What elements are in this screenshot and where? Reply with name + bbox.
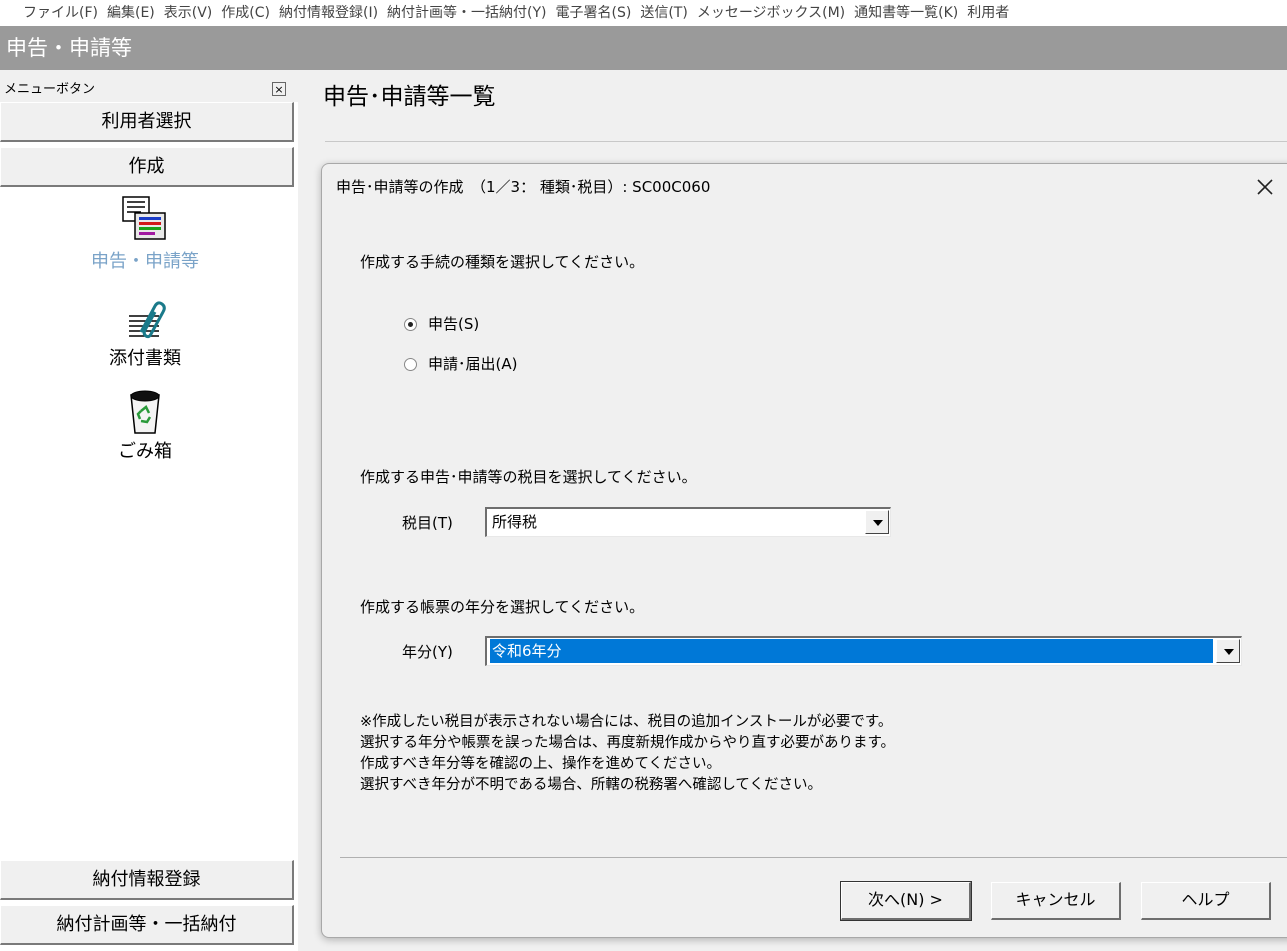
sidebar-item-label: 申告・申請等: [91, 251, 199, 272]
menu-bar: ファイル(F) 編集(E) 表示(V) 作成(C) 納付情報登録(I) 納付計画等・一括納…: [0, 0, 1287, 26]
dialog-divider: [340, 857, 1287, 858]
radio-filing-control[interactable]: [404, 318, 417, 331]
payment-plan-button[interactable]: 納付計画等・一括納付: [0, 905, 294, 945]
menu-payment-info[interactable]: 納付情報登録(I): [279, 0, 387, 26]
help-button[interactable]: ヘルプ: [1141, 882, 1271, 920]
menu-notices[interactable]: 通知書等一覧(K): [854, 0, 967, 26]
tax-item-label: 税目(T): [402, 514, 453, 532]
notice-line: 選択する年分や帳票を誤った場合は、再度新規作成からやり直す必要があります。: [360, 735, 896, 751]
menu-view[interactable]: 表示(V): [164, 0, 222, 26]
window-title: 申告・申請等: [0, 26, 1287, 70]
attachment-paperclip-icon: [129, 301, 166, 339]
radio-application-control[interactable]: [404, 358, 417, 371]
user-select-button[interactable]: 利用者選択: [0, 102, 294, 142]
sidebar-item-attachments[interactable]: 添付書類: [0, 298, 290, 370]
sidebar-item-label: ごみ箱: [118, 441, 172, 462]
year-prompt: 作成する帳票の年分を選択してください。: [360, 598, 645, 616]
sidebar-item-label: 添付書類: [109, 348, 181, 369]
menu-create[interactable]: 作成(C): [221, 0, 279, 26]
procedure-type-prompt: 作成する手続の種類を選択してください。: [360, 253, 645, 271]
sidebar-header-label: メニューボタン: [4, 82, 96, 97]
form-document-icon: [122, 196, 166, 240]
create-button[interactable]: 作成: [0, 147, 294, 187]
menu-payment-plan[interactable]: 納付計画等・一括納付(Y): [387, 0, 555, 26]
radio-filing-label[interactable]: 申告(S): [428, 313, 479, 335]
menu-signature[interactable]: 電子署名(S): [556, 0, 641, 26]
next-button[interactable]: 次へ(N) >: [840, 881, 972, 921]
tax-item-value: 所得税: [492, 513, 538, 531]
notice-line: 作成すべき年分等を確認の上、操作を進めてください。: [360, 756, 722, 772]
radio-application-label[interactable]: 申請･届出(A): [428, 353, 517, 375]
page-title: 申告･申請等一覧: [323, 84, 496, 110]
tax-item-prompt: 作成する申告･申請等の税目を選択してください。: [360, 468, 697, 486]
menu-file[interactable]: ファイル(F): [23, 0, 107, 26]
year-select[interactable]: 令和6年分: [485, 636, 1242, 666]
menu-user[interactable]: 利用者: [967, 0, 1018, 26]
chevron-down-icon[interactable]: [1216, 639, 1240, 663]
sidebar-header: メニューボタン ×: [0, 78, 298, 102]
sidebar: メニューボタン × 利用者選択 作成 申告・申請等 添付書類 ごみ箱 納付情報登…: [0, 78, 298, 951]
tax-item-select[interactable]: 所得税: [485, 507, 891, 537]
year-label: 年分(Y): [402, 643, 453, 661]
create-filing-dialog: 申告･申請等の作成 （1／3： 種類･税目）: SC00C060 作成する手続の…: [321, 163, 1287, 938]
notice-line: 選択すべき年分が不明である場合、所轄の税務署へ確認してください。: [360, 777, 822, 793]
menu-messagebox[interactable]: メッセージボックス(M): [697, 0, 854, 26]
notice-text: ※作成したい税目が表示されない場合には、税目の追加インストールが必要です。 選択…: [360, 712, 895, 796]
sidebar-item-trash[interactable]: ごみ箱: [0, 389, 290, 463]
menu-send[interactable]: 送信(T): [640, 0, 696, 26]
payment-info-button[interactable]: 納付情報登録: [0, 860, 294, 900]
chevron-down-icon[interactable]: [865, 510, 889, 534]
notice-line: ※作成したい税目が表示されない場合には、税目の追加インストールが必要です。: [360, 714, 893, 730]
sidebar-close-icon[interactable]: ×: [272, 82, 286, 96]
year-value: 令和6年分: [490, 639, 1213, 663]
sidebar-item-filings[interactable]: 申告・申請等: [0, 195, 290, 273]
menu-edit[interactable]: 編集(E): [107, 0, 164, 26]
dialog-title: 申告･申請等の作成 （1／3： 種類･税目）: SC00C060: [336, 178, 711, 196]
close-icon[interactable]: [1252, 174, 1278, 200]
cancel-button[interactable]: キャンセル: [991, 882, 1121, 920]
divider: [325, 141, 1287, 142]
recycle-bin-icon: [130, 390, 160, 434]
